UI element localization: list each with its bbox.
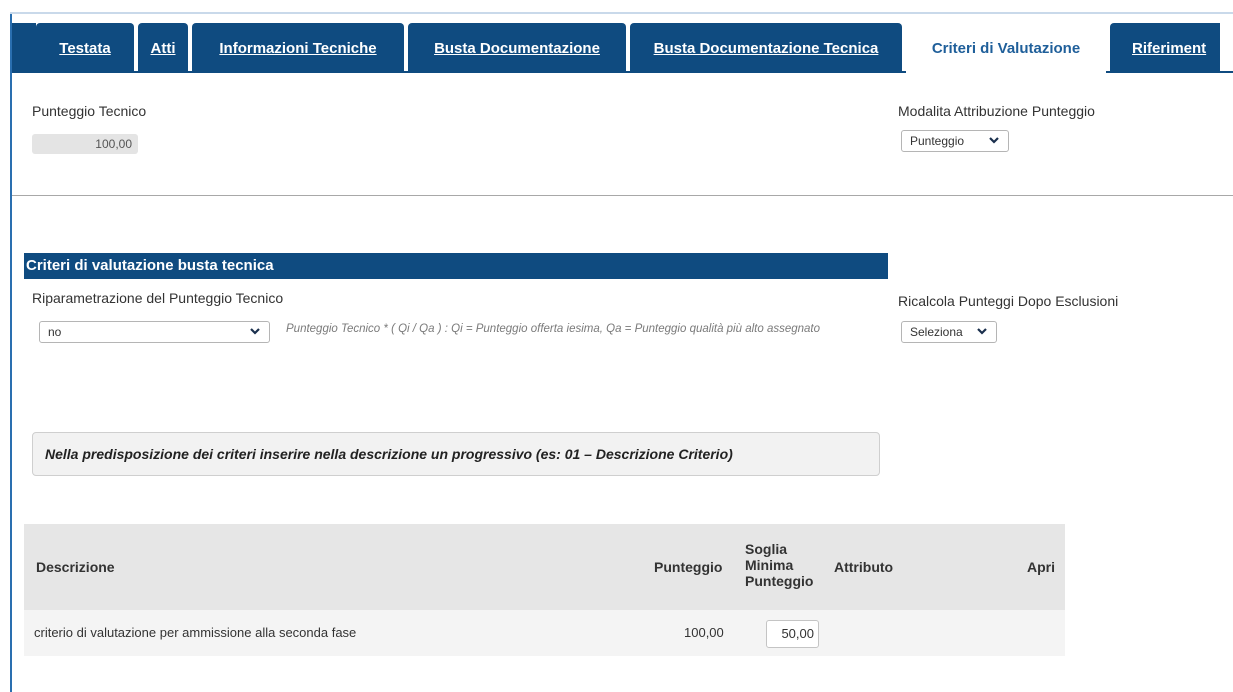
ricalcola-label: Ricalcola Punteggi Dopo Esclusioni (898, 293, 1119, 309)
modalita-select[interactable]: Punteggio (901, 130, 1009, 152)
row-descrizione: criterio di valutazione per ammissione a… (34, 625, 357, 640)
tabs-bar-left (12, 23, 36, 73)
riparametrazione-hint: Punteggio Tecnico * ( Qi / Qa ) : Qi = P… (286, 323, 821, 335)
tab-atti[interactable]: Atti (138, 23, 188, 73)
col-soglia-line3: Punteggio (745, 573, 814, 589)
chevron-down-icon (989, 137, 999, 144)
riparametrazione-label: Riparametrazione del Punteggio Tecnico (32, 290, 284, 306)
tab-testata[interactable]: Testata (36, 23, 134, 73)
section-title: Criteri di valutazione busta tecnica (24, 253, 888, 279)
riparametrazione-select-value: no (48, 325, 62, 339)
tab-strip: Testata Atti Informazioni Tecniche Busta… (36, 23, 1224, 73)
col-attributo: Attributo (834, 559, 894, 575)
col-punteggio: Punteggio (654, 559, 723, 575)
col-apri: Apri (1027, 559, 1055, 575)
chevron-down-icon (250, 328, 260, 335)
chevron-down-icon (977, 328, 987, 335)
ricalcola-select[interactable]: Seleziona (901, 321, 997, 343)
criteria-table: Descrizione Punteggio Soglia Minima Punt… (24, 524, 1065, 656)
table-row: criterio di valutazione per ammissione a… (24, 610, 1065, 656)
riparametrazione-select[interactable]: no (39, 321, 270, 343)
soglia-input[interactable]: 50,00 (766, 620, 819, 648)
info-note: Nella predisposizione dei criteri inseri… (32, 432, 880, 476)
col-soglia: Soglia Minima Punteggio (745, 541, 813, 589)
tab-informazioni-tecniche[interactable]: Informazioni Tecniche (192, 23, 404, 73)
row-punteggio: 100,00 (684, 625, 724, 640)
tab-busta-documentazione-tecnica[interactable]: Busta Documentazione Tecnica (630, 23, 902, 73)
table-header: Descrizione Punteggio Soglia Minima Punt… (24, 524, 1065, 610)
tab-busta-documentazione[interactable]: Busta Documentazione (408, 23, 626, 73)
punteggio-tecnico-field: 100,00 (32, 134, 138, 154)
tab-criteri-di-valutazione[interactable]: Criteri di Valutazione (906, 23, 1106, 73)
modalita-label: Modalita Attribuzione Punteggio (898, 103, 1095, 119)
punteggio-tecnico-label: Punteggio Tecnico (32, 103, 147, 119)
col-soglia-line2: Minima (745, 557, 794, 573)
divider (12, 195, 1233, 196)
frame-left-border (10, 14, 12, 692)
col-descrizione: Descrizione (36, 559, 115, 575)
tab-riferimenti[interactable]: Riferiment (1110, 23, 1220, 73)
ricalcola-select-value: Seleziona (910, 325, 963, 339)
modalita-select-value: Punteggio (910, 134, 965, 148)
col-soglia-line1: Soglia (745, 541, 788, 557)
frame-top-border (10, 12, 1233, 14)
page-frame: Testata Atti Informazioni Tecniche Busta… (0, 0, 1233, 692)
